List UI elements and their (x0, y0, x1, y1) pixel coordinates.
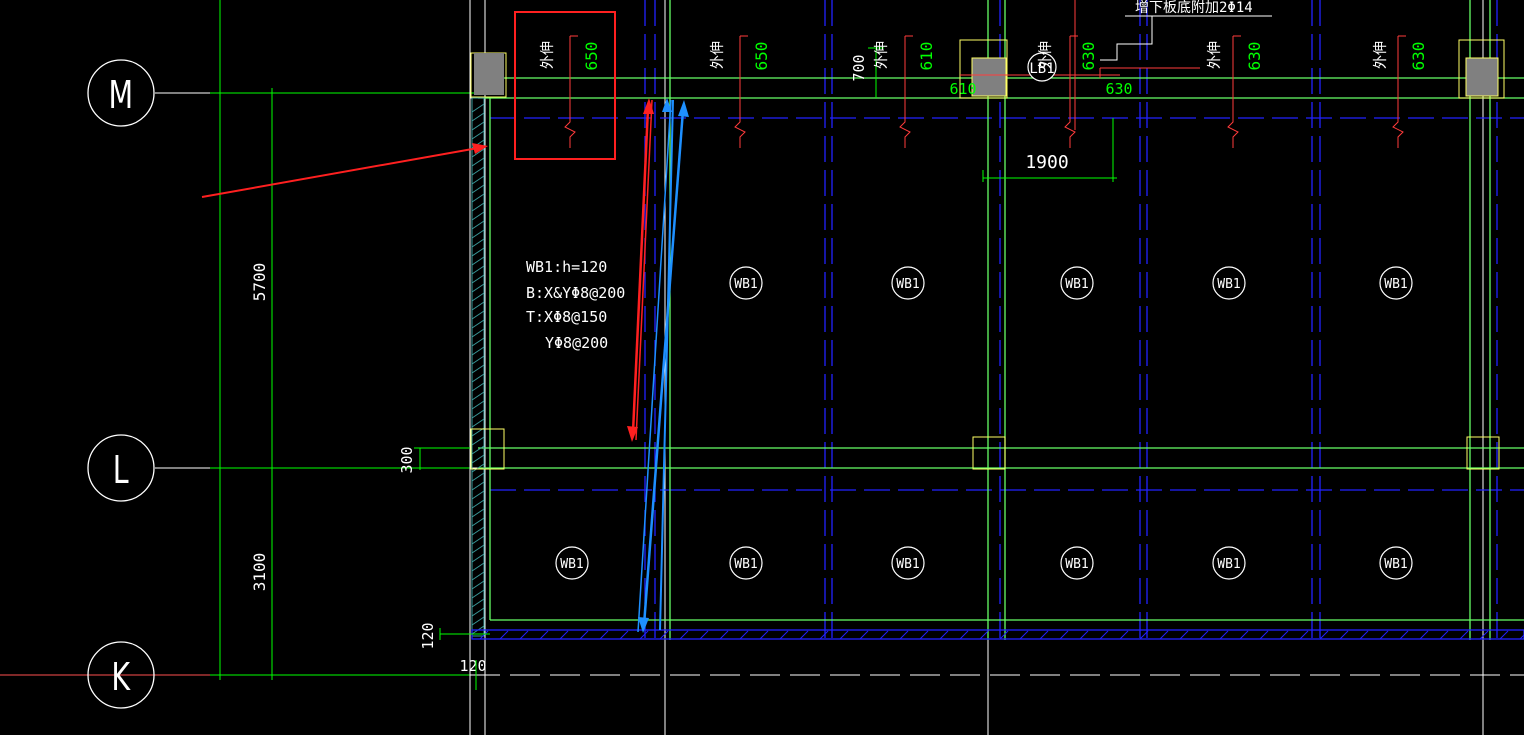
red-pointer-arrow (201, 143, 488, 198)
slab-tag-text: WB1 (1384, 557, 1407, 572)
slab-tag-wb1: WB1 (1060, 546, 1094, 580)
dim-700: 700 (850, 54, 868, 81)
column-l-left (470, 428, 505, 470)
slab-tag-text: WB1 (896, 277, 919, 292)
slab-tag-wb1: WB1 (891, 546, 925, 580)
slab-tag-text: WB1 (734, 557, 757, 572)
slab-tag-wb1: WB1 (1379, 266, 1413, 300)
dim-1900: 1900 (1025, 152, 1068, 173)
bottom-wall-hatch (440, 629, 1524, 640)
slab-note-line3: T:XΦ8@150 (526, 308, 607, 326)
rebar-label-length: 650 (582, 42, 601, 71)
slab-tag-wb1: WB1 (891, 266, 925, 300)
slab-tag-wb1: WB1 (1379, 546, 1413, 580)
slab-note-line2: B:X&YΦ8@200 (526, 284, 625, 302)
column-m-mid (971, 57, 1007, 97)
rebar-label-extend: 外伸 (1038, 41, 1054, 69)
rebar-symbol (1227, 35, 1241, 148)
axis-bubble-l: L (87, 434, 155, 502)
axis-label-l: L (113, 448, 129, 492)
rebar-label-extend: 外伸 (540, 41, 556, 69)
slab-tag-text: WB1 (734, 277, 757, 292)
slab-note-line4: YΦ8@200 (545, 334, 608, 352)
dimension-ticks (414, 47, 1117, 690)
rebar-label-extend: 外伸 (874, 41, 890, 69)
slab-tag-text: WB1 (896, 557, 919, 572)
rebar-symbol (564, 35, 578, 148)
dim-120-horizontal: 120 (459, 657, 486, 675)
rebar-label-extend: 外伸 (1373, 41, 1389, 69)
rebar-label-length: 650 (752, 42, 771, 71)
slab-tag-wb1: WB1 (729, 266, 763, 300)
left-wall-hatch (471, 97, 485, 637)
rebar-label: 外伸 630 (1038, 41, 1098, 70)
slab-tag-text: WB1 (1217, 557, 1240, 572)
dim-120-vertical: 120 (419, 622, 437, 649)
slab-tag-wb1: WB1 (729, 546, 763, 580)
slab-tag-wb1: WB1 (1212, 546, 1246, 580)
slab-annotation: WB1:h=120 B:X&YΦ8@200 T:XΦ8@150 YΦ8@200 (526, 258, 625, 352)
drawing-canvas[interactable]: M L K 5700 3100 300 120 120 700 1900 WB1… (0, 0, 1524, 735)
rebar-symbol (734, 35, 748, 148)
rebar-symbol (1064, 35, 1078, 148)
slab-tag-text: WB1 (1384, 277, 1407, 292)
slab-tag-text: WB1 (1065, 277, 1088, 292)
highlight-box[interactable] (514, 11, 616, 160)
rebar-label-length: 630 (1245, 42, 1264, 71)
dimension-texts: 5700 3100 300 120 120 700 1900 (250, 54, 1069, 675)
rebar-label-length: 630 (1079, 42, 1098, 71)
rebar-length-610-horizontal: 610 (949, 80, 976, 98)
slab-tag-wb1: WB1 (1212, 266, 1246, 300)
column-m-right (1465, 57, 1499, 97)
axis-label-k: K (111, 655, 131, 699)
rebar-label-extend: 外伸 (1207, 41, 1223, 69)
axis-label-m: M (108, 73, 133, 117)
top-rebar-note-text: 增下板底附加2Φ14 (1135, 0, 1253, 16)
slab-tags: WB1 WB1 WB1 WB1 WB1 WB1 WB1 WB1 WB1 WB1 WB1 (555, 266, 1413, 580)
rebar-label: 外伸 630 (1373, 41, 1428, 70)
rebar-label-length: 610 (917, 42, 936, 71)
rebar-label-length: 630 (1409, 42, 1428, 71)
slab-tag-text: WB1 (560, 557, 583, 572)
slab-tag-wb1: WB1 (1060, 266, 1094, 300)
rebar-label: 外伸 630 (1207, 41, 1264, 70)
rebar-label-extend: 外伸 (710, 41, 726, 69)
grid-lines (0, 0, 1524, 735)
rebar-symbol (899, 35, 913, 148)
red-double-arrow (627, 98, 654, 442)
dim-3100: 3100 (250, 553, 269, 592)
slab-tag-wb1: WB1 (555, 546, 589, 580)
rebar-length-630-horizontal: 630 (1105, 80, 1132, 98)
axis-bubble-m: M (87, 59, 155, 127)
dim-5700: 5700 (250, 263, 269, 302)
rebar-symbol (1392, 35, 1406, 148)
slab-note-line1: WB1:h=120 (526, 258, 607, 276)
slab-tag-text: WB1 (1217, 277, 1240, 292)
dim-300: 300 (398, 446, 416, 473)
column-m-left-core (474, 53, 504, 95)
slab-tag-text: WB1 (1065, 557, 1088, 572)
